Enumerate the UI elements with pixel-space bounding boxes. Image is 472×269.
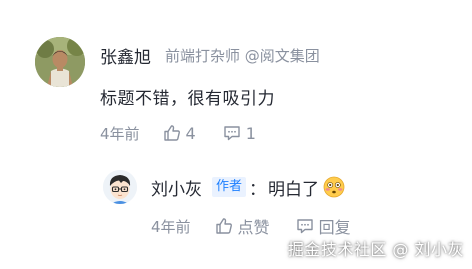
- reply-actions: 4年前 点赞 回复: [151, 214, 351, 238]
- reply-separator: ：: [249, 179, 267, 200]
- reply-author-name[interactable]: 刘小灰: [151, 175, 202, 200]
- avatar[interactable]: [35, 37, 85, 87]
- reply-avatar[interactable]: [103, 170, 137, 204]
- watermark: 掘金技术社区 @ 刘小灰: [287, 240, 464, 259]
- reply-count: 1: [245, 123, 256, 143]
- author-title: 前端打杂师 @阅文集团: [165, 46, 320, 65]
- thumbs-up-icon: [215, 218, 232, 234]
- comment-item: 张鑫旭 前端打杂师 @阅文集团 标题不错，很有吸引力 4年前 4 1 刘小灰 作…: [0, 0, 472, 269]
- reply-like-button[interactable]: 点赞: [215, 214, 270, 238]
- user-photo-avatar-icon: [35, 37, 85, 87]
- reply-item: 刘小灰 作者 ： 明白了: [151, 174, 345, 200]
- comment-actions: 4年前 4 1: [100, 122, 256, 144]
- cartoon-boy-avatar-icon: [103, 170, 137, 204]
- comment-text: 标题不错，很有吸引力: [100, 89, 275, 109]
- reply-count-button[interactable]: 1: [223, 124, 256, 143]
- author-name[interactable]: 张鑫旭: [100, 43, 151, 68]
- flushed-face-emoji-icon: [323, 176, 345, 198]
- like-button[interactable]: 4: [163, 124, 196, 143]
- comment-time: 4年前: [100, 124, 140, 143]
- comment-header: 张鑫旭 前端打杂师 @阅文集团: [100, 42, 320, 68]
- like-count: 4: [185, 123, 196, 143]
- comment-bubble-icon: [296, 219, 313, 234]
- reply-time: 4年前: [151, 217, 191, 236]
- reply-text: 明白了: [268, 179, 320, 200]
- author-badge: 作者: [212, 177, 247, 197]
- reply-button[interactable]: 回复: [296, 214, 351, 238]
- reply-label: 回复: [318, 218, 351, 237]
- comment-bubble-icon: [224, 126, 240, 141]
- thumbs-up-icon: [163, 125, 180, 141]
- reply-like-label: 点赞: [237, 218, 270, 237]
